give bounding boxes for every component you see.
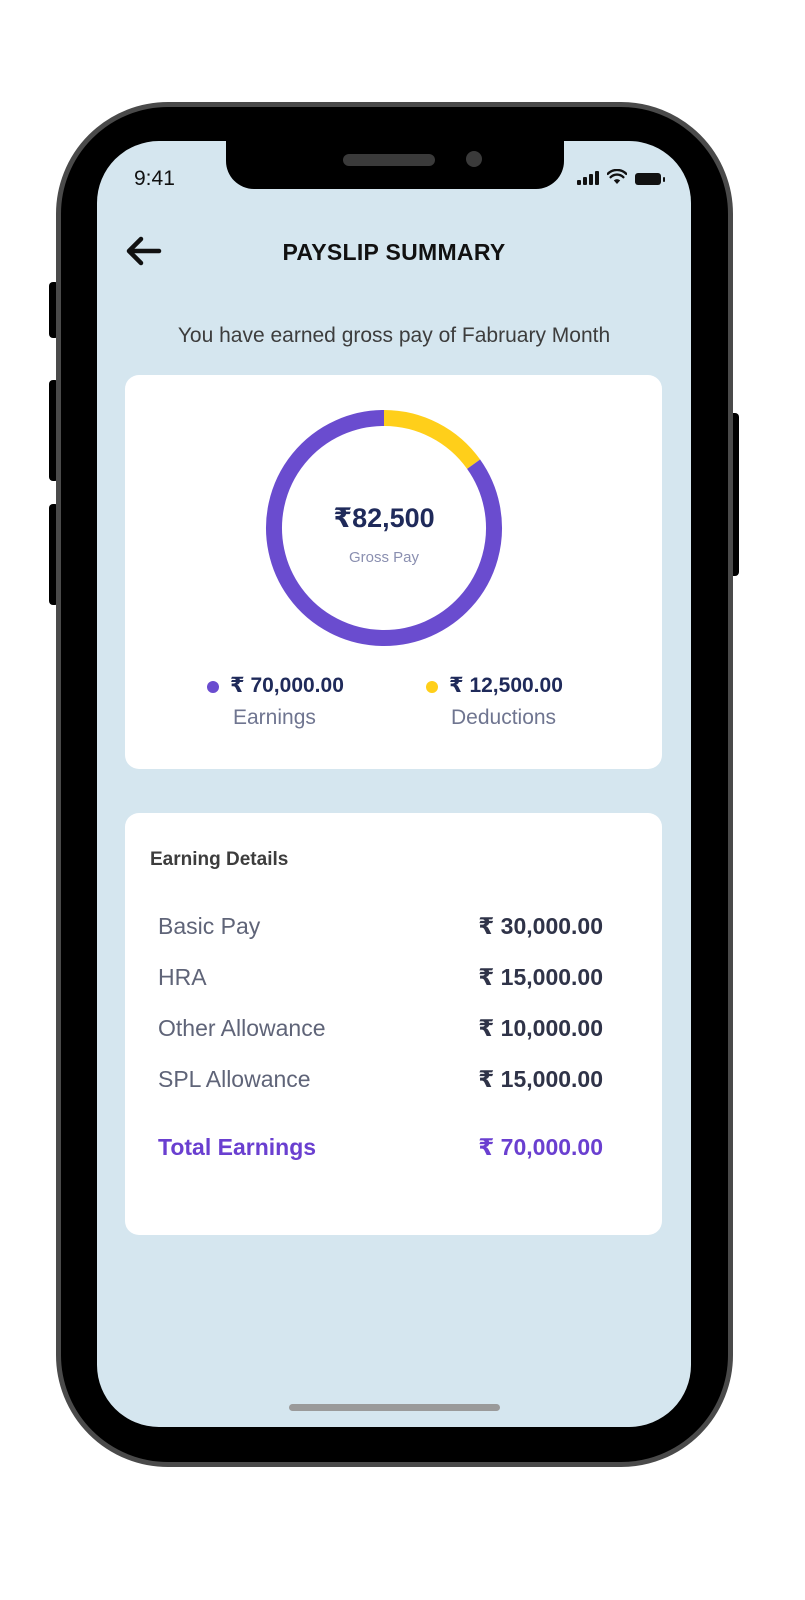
earning-row-label: SPL Allowance xyxy=(158,1066,311,1092)
notch xyxy=(226,141,564,189)
speaker-grille xyxy=(343,154,435,166)
earning-row: HRA ₹ 15,000.00 xyxy=(158,964,603,994)
home-indicator[interactable] xyxy=(289,1404,500,1411)
deductions-value: ₹ 12,500.00 xyxy=(449,674,563,697)
earning-details-title: Earning Details xyxy=(150,849,289,870)
front-camera xyxy=(466,151,482,167)
earning-row: SPL Allowance ₹ 15,000.00 xyxy=(158,1066,603,1096)
page-title: PAYSLIP SUMMARY xyxy=(282,239,506,265)
total-earnings-label: Total Earnings xyxy=(158,1134,317,1160)
battery-icon xyxy=(635,173,665,185)
earning-row: Basic Pay ₹ 30,000.00 xyxy=(158,913,603,943)
gross-pay-value: ₹82,500 xyxy=(333,503,435,533)
status-icons xyxy=(577,169,665,185)
wifi-icon xyxy=(607,169,627,184)
earnings-value: ₹ 70,000.00 xyxy=(230,674,344,697)
top-bar: PAYSLIP SUMMARY xyxy=(97,231,691,271)
earnings-label: Earnings xyxy=(233,706,316,729)
gross-pay-label: Gross Pay xyxy=(348,549,420,566)
app-screen: 9:41 PAYSLIP SUMMARY You have earned gro… xyxy=(97,141,691,1427)
status-time: 9:41 xyxy=(134,167,175,190)
earning-row: Other Allowance ₹ 10,000.00 xyxy=(158,1015,603,1045)
earning-row-value: ₹ 30,000.00 xyxy=(478,913,603,939)
earning-row-value: ₹ 15,000.00 xyxy=(478,964,603,990)
donut-slice-deductions xyxy=(383,410,481,470)
cellular-signal-icon xyxy=(577,169,599,185)
earning-row-value: ₹ 15,000.00 xyxy=(478,1066,603,1092)
deductions-label: Deductions xyxy=(451,706,557,729)
earning-row-value: ₹ 10,000.00 xyxy=(478,1015,603,1041)
total-earnings-row: Total Earnings ₹ 70,000.00 xyxy=(158,1134,603,1164)
earning-row-label: Other Allowance xyxy=(158,1015,326,1041)
deductions-legend-dot xyxy=(426,681,438,693)
gross-pay-subtitle: You have earned gross pay of Fabruary Mo… xyxy=(177,324,611,347)
gross-pay-card: ₹82,500 Gross Pay ₹ 70,000.00 Earnings ₹… xyxy=(125,375,662,769)
earning-row-label: Basic Pay xyxy=(158,913,261,939)
total-earnings-value: ₹ 70,000.00 xyxy=(478,1134,603,1160)
earning-details-card: Earning Details Basic Pay ₹ 30,000.00 HR… xyxy=(125,813,662,1235)
earning-row-label: HRA xyxy=(158,964,207,990)
earnings-legend-dot xyxy=(207,681,219,693)
